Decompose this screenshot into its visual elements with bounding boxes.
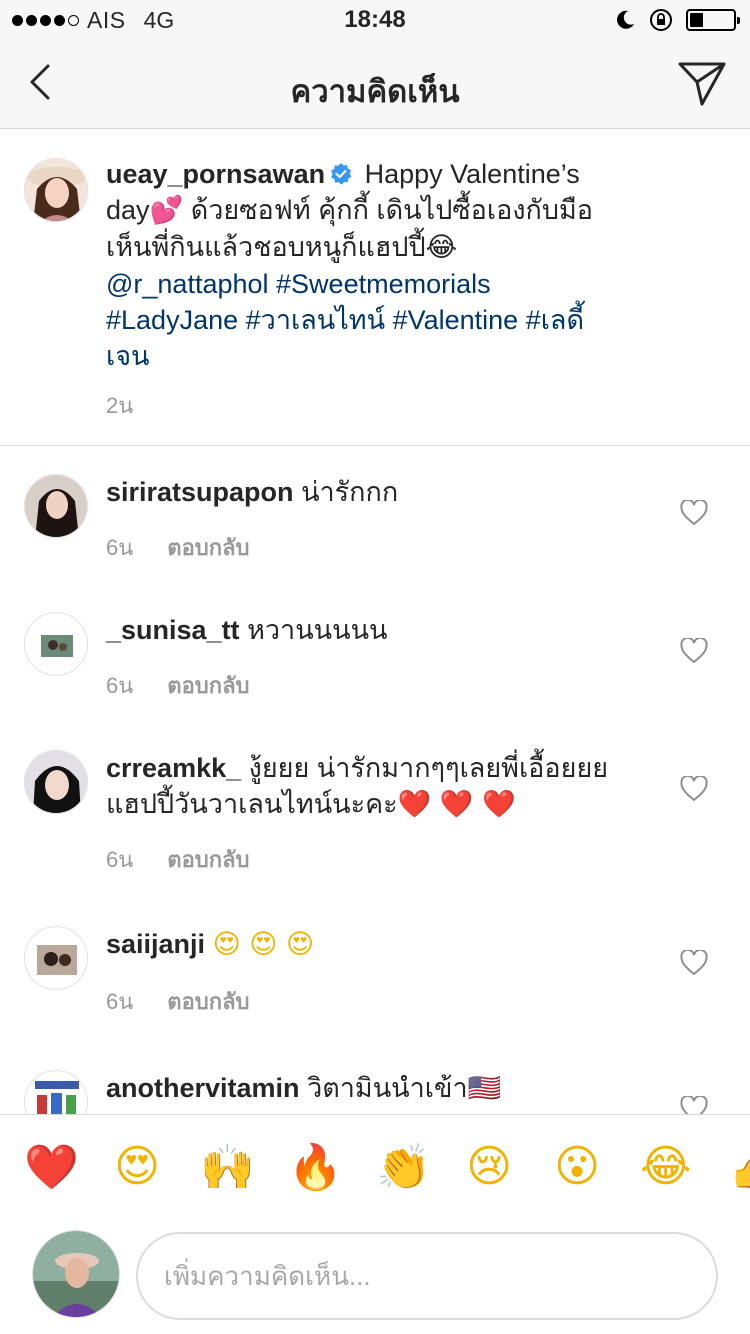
page-title: ความคิดเห็น [290,74,460,109]
emoji-clapping-button[interactable]: 👏 [376,1141,431,1193]
comment-text: crreamkk_ งู้ยยย น่ารักมากๆๆเลยพี่เอื้อย… [106,750,626,823]
comment-text: saiijanji 😍 😍 😍 [106,926,626,963]
my-avatar [32,1230,120,1318]
nav-bar: ความคิดเห็น [0,40,750,129]
comment-emoji: 🇺🇸 [467,1073,502,1104]
rotation-lock-icon [650,9,672,31]
like-heart-icon[interactable] [680,500,708,526]
emoji-fire-button[interactable]: 🔥 [288,1141,343,1193]
comment-timestamp: 6น [106,989,134,1014]
comment-message: หวานนนนน [247,615,388,645]
moon-icon [617,10,634,29]
comment-emoji: 😍 😍 😍 [212,929,315,960]
emoji-laughing-button[interactable]: 😂 [640,1141,691,1192]
emoji-surprised-button[interactable]: 😮 [552,1141,602,1192]
like-heart-icon[interactable] [680,638,708,664]
share-button[interactable] [676,58,728,108]
comment-message: วิตามินนำเข้า [307,1073,468,1103]
caption-emoji: 😂 [425,232,458,263]
avatar[interactable] [24,158,88,222]
comment-text: _sunisa_tt หวานนนนน [106,612,626,648]
comment-composer [0,1218,750,1334]
emoji-raised-hands-button[interactable]: 🙌 [200,1141,255,1193]
comment-timestamp: 6น [106,673,134,698]
comment-username[interactable]: siriratsupapon [106,477,294,507]
comment-meta: 6น ตอบกลับ [106,668,250,703]
comment-timestamp: 6น [106,847,134,872]
hashtag-link[interactable]: #LadyJane [106,305,238,335]
battery-icon [686,9,740,31]
emoji-crying-button[interactable]: 😢 [464,1141,514,1192]
caption-emoji: 💕 [149,195,184,226]
username[interactable]: ueay_pornsawan [106,159,325,189]
avatar[interactable] [24,474,88,538]
status-bar: AIS 4G 18:48 [0,0,750,40]
verified-badge-icon [331,163,352,185]
avatar[interactable] [24,750,88,814]
like-heart-icon[interactable] [680,950,708,976]
caption-text: ueay_pornsawan Happy Valentine’s day💕 ด้… [106,156,626,374]
comment-username[interactable]: crreamkk_ [106,753,241,783]
hashtag-link[interactable]: #Valentine [393,305,519,335]
comment-username[interactable]: anothervitamin [106,1073,300,1103]
comment-input[interactable] [136,1232,718,1320]
avatar[interactable] [24,926,88,990]
comment-text: anothervitamin วิตามินนำเข้า🇺🇸 [106,1070,626,1107]
hashtag-link[interactable]: #Sweetmemorials [276,269,491,299]
comment-text: siriratsupapon น่ารักกก [106,474,626,510]
quick-emoji-bar: ❤️ 😍 🙌 🔥 👏 😢 😮 😂 👍 [0,1114,750,1218]
comment-timestamp: 6น [106,535,134,560]
reply-button[interactable]: ตอบกลับ [167,668,249,703]
comment-meta: 6น ตอบกลับ [106,842,250,877]
comment-meta: 6น ตอบกลับ [106,530,250,565]
comment-message: น่ารักกก [301,477,399,507]
reply-button[interactable]: ตอบกลับ [167,842,249,877]
comment-emoji: ❤️ ❤️ ❤️ [397,789,516,820]
reply-button[interactable]: ตอบกลับ [167,530,249,565]
caption-timestamp: 2น [106,393,134,418]
like-heart-icon[interactable] [680,776,708,802]
comment-username[interactable]: _sunisa_tt [106,615,240,645]
post-caption: ueay_pornsawan Happy Valentine’s day💕 ด้… [0,130,750,446]
emoji-heart-eyes-button[interactable]: 😍 [112,1141,162,1192]
avatar[interactable] [24,612,88,676]
status-right [614,7,740,33]
paper-plane-icon [678,62,726,106]
emoji-heart-button[interactable]: ❤️ [24,1141,79,1193]
reply-button[interactable]: ตอบกลับ [167,984,249,1019]
emoji-thumbs-up-button[interactable]: 👍 [728,1141,750,1193]
mention-link[interactable]: @r_nattaphol [106,269,269,299]
comment-meta: 6น ตอบกลับ [106,984,250,1019]
hashtag-link[interactable]: #วาเลนไทน์ [246,305,385,335]
comment-username[interactable]: saiijanji [106,929,205,959]
